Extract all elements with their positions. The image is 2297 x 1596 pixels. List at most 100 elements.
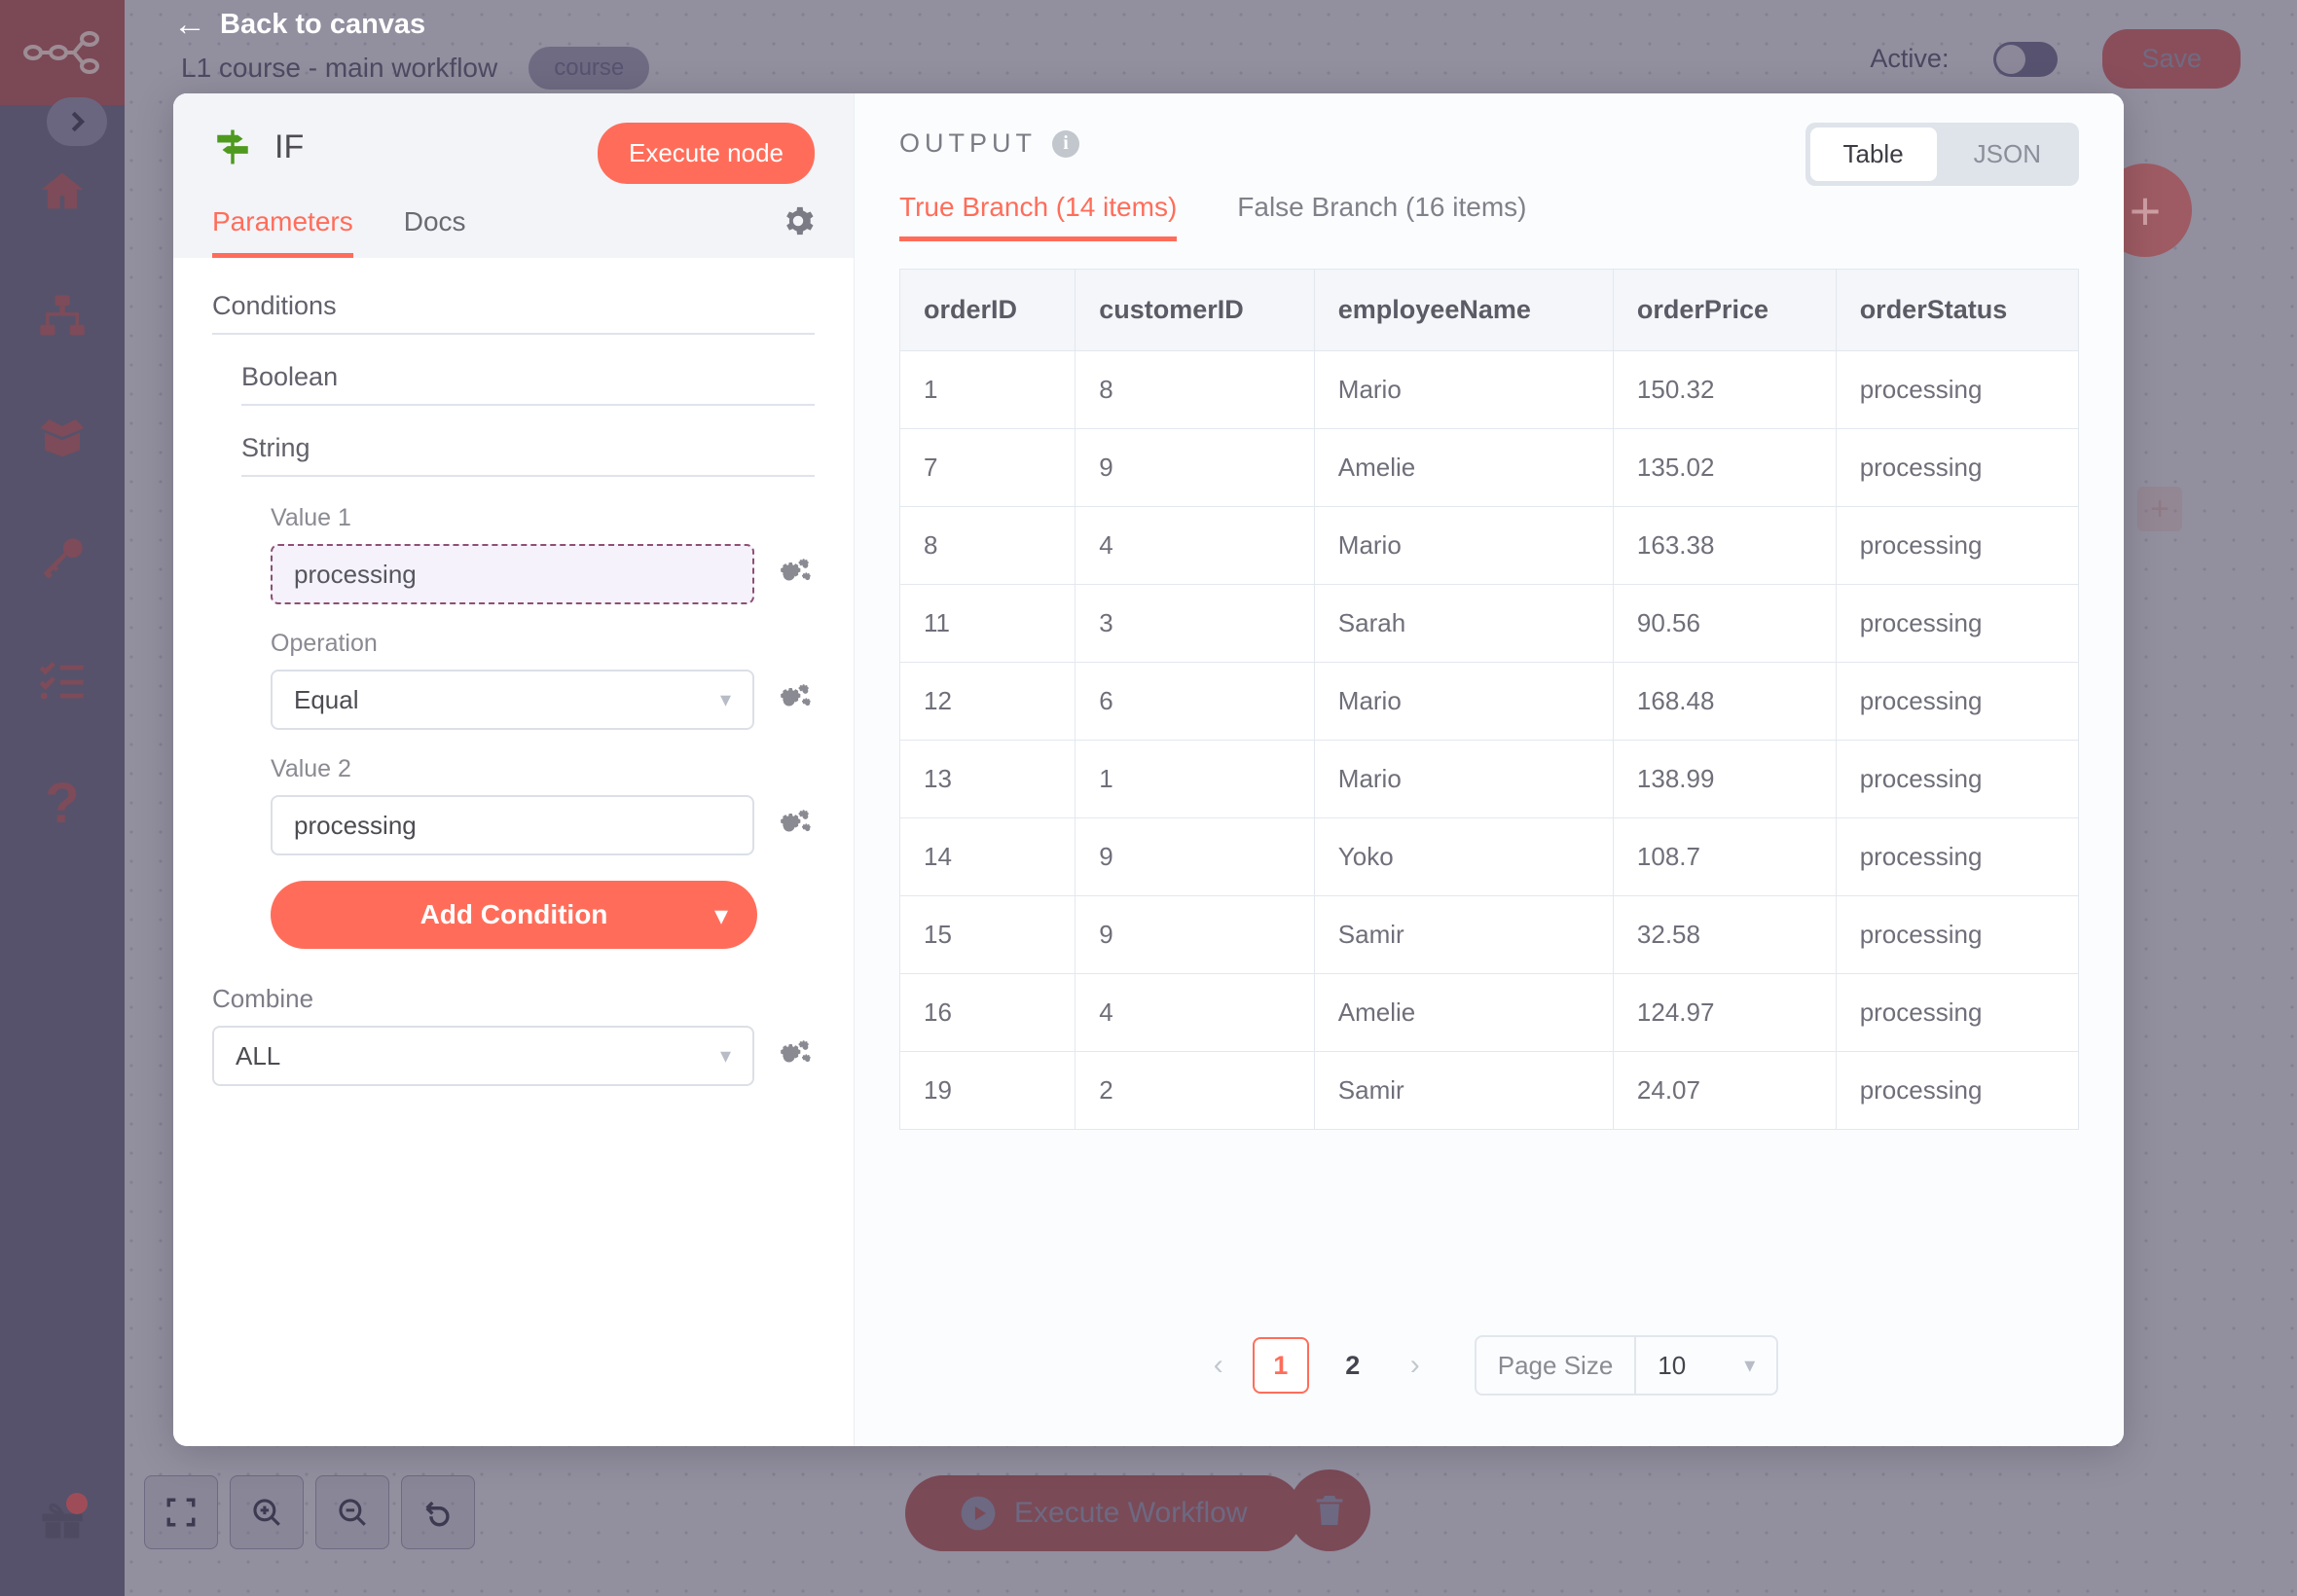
- view-mode-table[interactable]: Table: [1810, 127, 1937, 181]
- table-cell: 9: [1076, 818, 1315, 896]
- cogs-icon[interactable]: [776, 1036, 815, 1075]
- table-cell: processing: [1836, 507, 2078, 585]
- execute-node-button[interactable]: Execute node: [598, 123, 815, 184]
- table-cell: processing: [1836, 741, 2078, 818]
- table-body: 18Mario150.32processing79Amelie135.02pro…: [900, 351, 2079, 1130]
- table-header-cell: employeeName: [1314, 270, 1613, 351]
- sidebar-item-logo[interactable]: [0, 0, 125, 105]
- value1-input[interactable]: processing: [271, 544, 754, 604]
- table-cell: 1: [900, 351, 1076, 429]
- page-button-1[interactable]: 1: [1253, 1337, 1309, 1394]
- save-button[interactable]: Save: [2102, 29, 2241, 89]
- table-row: 113Sarah90.56processing: [900, 585, 2079, 663]
- output-table-wrap: orderIDcustomerIDemployeeNameorderPriceo…: [855, 241, 2124, 1130]
- table-cell: processing: [1836, 351, 2078, 429]
- operation-value: Equal: [294, 685, 359, 715]
- node-settings-button[interactable]: [782, 204, 815, 242]
- table-cell: 150.32: [1613, 351, 1836, 429]
- value2-input[interactable]: processing: [271, 795, 754, 855]
- delete-button[interactable]: [1289, 1469, 1370, 1551]
- page-button-2[interactable]: 2: [1325, 1337, 1381, 1394]
- table-cell: processing: [1836, 663, 2078, 741]
- left-sidebar: ?: [0, 0, 125, 1596]
- table-cell: 14: [900, 818, 1076, 896]
- sidebar-item-executions[interactable]: [0, 644, 125, 716]
- table-cell: Samir: [1314, 896, 1613, 974]
- value1-row: processing: [271, 544, 815, 604]
- execute-workflow-button[interactable]: Execute Workflow: [905, 1475, 1302, 1551]
- table-header-cell: orderID: [900, 270, 1076, 351]
- value2-label: Value 2: [271, 755, 815, 783]
- execute-workflow-label: Execute Workflow: [1014, 1497, 1248, 1530]
- chevron-right-icon: [62, 107, 91, 136]
- table-cell: Mario: [1314, 663, 1613, 741]
- zoom-in-button[interactable]: [230, 1475, 304, 1549]
- table-header-cell: customerID: [1076, 270, 1315, 351]
- table-cell: 135.02: [1613, 429, 1836, 507]
- app-root: + + Execu: [0, 0, 2297, 1596]
- page-size-select[interactable]: 10 ▾: [1636, 1351, 1776, 1381]
- reset-zoom-button[interactable]: [401, 1475, 475, 1549]
- home-icon: [37, 166, 88, 217]
- toggle-knob: [1996, 45, 2025, 74]
- table-row: 149Yoko108.7processing: [900, 818, 2079, 896]
- parameters-body: Conditions Boolean String Value 1 proces…: [173, 258, 854, 1125]
- sidebar-item-home[interactable]: [0, 156, 125, 228]
- sidebar-item-templates[interactable]: [0, 401, 125, 473]
- workflow-title-row: L1 course - main workflow course: [173, 47, 649, 90]
- page-size-label: Page Size: [1477, 1337, 1637, 1394]
- parameters-pane: IF Execute node Parameters Docs Conditio…: [173, 93, 855, 1446]
- page-size-control[interactable]: Page Size 10 ▾: [1475, 1335, 1779, 1396]
- combine-row: ALL ▾: [212, 1026, 815, 1086]
- table-cell: 7: [900, 429, 1076, 507]
- chevron-down-icon: ▾: [720, 687, 731, 712]
- back-to-canvas-button[interactable]: ← Back to canvas: [173, 8, 649, 41]
- sidebar-item-help[interactable]: ?: [0, 767, 125, 839]
- table-cell: Mario: [1314, 507, 1613, 585]
- workflow-tag[interactable]: course: [529, 47, 649, 90]
- table-cell: processing: [1836, 896, 2078, 974]
- output-table: orderIDcustomerIDemployeeNameorderPriceo…: [899, 269, 2079, 1130]
- value2-row: processing: [271, 795, 815, 855]
- cogs-icon[interactable]: [776, 555, 815, 594]
- add-condition-button[interactable]: Add Condition ▾: [271, 881, 757, 949]
- cogs-icon[interactable]: [776, 680, 815, 719]
- back-to-canvas-label: Back to canvas: [220, 9, 425, 41]
- info-icon[interactable]: i: [1052, 130, 1079, 158]
- branch-tab-true[interactable]: True Branch (14 items): [899, 192, 1177, 241]
- branch-tab-false[interactable]: False Branch (16 items): [1237, 192, 1526, 241]
- sidebar-item-whats-new[interactable]: [0, 1484, 125, 1556]
- sidebar-expand-button[interactable]: [47, 97, 107, 146]
- table-row: 131Mario138.99processing: [900, 741, 2079, 818]
- view-mode-json[interactable]: JSON: [1941, 127, 2074, 181]
- header-left-block: ← Back to canvas L1 course - main workfl…: [173, 8, 649, 90]
- table-cell: 8: [1076, 351, 1315, 429]
- key-icon: [37, 533, 88, 584]
- combine-value: ALL: [236, 1041, 280, 1071]
- sidebar-item-credentials[interactable]: [0, 523, 125, 595]
- plus-icon: +: [2130, 179, 2162, 242]
- cogs-icon[interactable]: [776, 806, 815, 845]
- operation-select[interactable]: Equal ▾: [271, 670, 754, 730]
- next-page-button[interactable]: ›: [1397, 1349, 1434, 1382]
- sidebar-item-workflows[interactable]: [0, 280, 125, 352]
- tab-parameters[interactable]: Parameters: [212, 206, 353, 258]
- add-node-inline-button[interactable]: +: [2137, 487, 2182, 531]
- table-cell: 19: [900, 1052, 1076, 1130]
- value1-field-group: Value 1 processing: [271, 504, 815, 604]
- active-toggle[interactable]: [1993, 42, 2058, 77]
- table-cell: 163.38: [1613, 507, 1836, 585]
- combine-select[interactable]: ALL ▾: [212, 1026, 754, 1086]
- table-cell: 1: [1076, 741, 1315, 818]
- tab-docs[interactable]: Docs: [404, 206, 466, 258]
- table-cell: Amelie: [1314, 429, 1613, 507]
- fit-to-view-button[interactable]: [144, 1475, 218, 1549]
- workflow-title[interactable]: L1 course - main workflow: [181, 53, 497, 84]
- zoom-out-button[interactable]: [315, 1475, 389, 1549]
- active-label: Active:: [1870, 44, 1949, 74]
- table-cell: processing: [1836, 585, 2078, 663]
- notification-dot: [66, 1493, 88, 1514]
- prev-page-button[interactable]: ‹: [1200, 1349, 1237, 1382]
- table-cell: 9: [1076, 429, 1315, 507]
- table-cell: Mario: [1314, 351, 1613, 429]
